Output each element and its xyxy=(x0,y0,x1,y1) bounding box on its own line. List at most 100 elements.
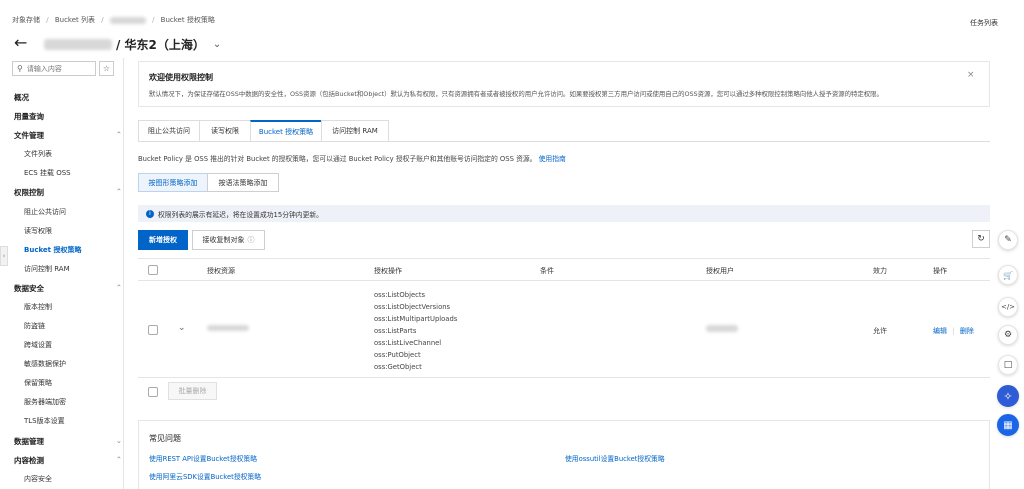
tab-bucket-policy[interactable]: Bucket 授权策略 xyxy=(250,120,322,142)
sidebar-item-label: 数据管理 xyxy=(14,437,44,446)
sidebar-item-bucket-policy[interactable]: Bucket 授权策略 xyxy=(24,245,81,255)
sidebar-item-content-security[interactable]: 内容安全 xyxy=(24,474,52,484)
breadcrumb-bucket-list[interactable]: Bucket 列表 xyxy=(55,16,95,24)
chevron-left-icon: ‹ xyxy=(2,252,6,260)
task-list-link[interactable]: 任务列表 xyxy=(970,18,998,28)
operation-item: oss:ListLiveChannel xyxy=(374,339,442,347)
sidebar-item-sensitive[interactable]: 敏感数据保护 xyxy=(24,359,66,369)
sidebar-item-sse[interactable]: 服务器端加密 xyxy=(24,397,66,407)
settings-tool-button[interactable]: ⚙ xyxy=(998,325,1018,345)
search-input[interactable] xyxy=(26,64,87,73)
operation-item: oss:ListParts xyxy=(374,327,417,335)
column-header-user: 授权用户 xyxy=(706,267,734,275)
sidebar-item-ecs-mount[interactable]: ECS 挂载 OSS xyxy=(24,168,71,178)
welcome-notice: 欢迎使用权限控制 默认情况下，为保证存储在OSS中数据的安全性，OSS资源（包括… xyxy=(138,61,990,107)
tab-label: Bucket 授权策略 xyxy=(258,127,314,136)
code-tool-button[interactable]: </> xyxy=(998,297,1018,317)
table-header: 授权资源 授权操作 条件 授权用户 效力 操作 xyxy=(138,259,990,281)
refresh-button[interactable]: ↻ xyxy=(972,230,990,248)
ai-assistant-button[interactable]: ✧ xyxy=(997,385,1019,407)
button-label: 按图形策略添加 xyxy=(148,178,198,187)
apps-tool-button[interactable]: ▦ xyxy=(997,414,1019,436)
chevron-up-icon: ⌃ xyxy=(115,187,122,196)
breadcrumb-separator: / xyxy=(101,16,104,24)
user-guide-link[interactable]: 使用指南 xyxy=(539,155,566,163)
delete-link[interactable]: 删除 xyxy=(960,327,974,335)
chevron-down-icon[interactable]: ⌄ xyxy=(213,39,221,50)
sidebar-item-label: 概况 xyxy=(14,93,29,102)
effect-value: 允许 xyxy=(873,327,887,335)
sidebar-item-label: 权限控制 xyxy=(14,188,44,197)
back-arrow-icon[interactable]: ← xyxy=(14,33,27,52)
button-label: 接收复制对象 xyxy=(202,236,245,244)
sidebar-item-access-ram[interactable]: 访问控制 RAM xyxy=(24,264,70,274)
button-label: 按语法策略添加 xyxy=(218,178,268,187)
column-header-effect: 效力 xyxy=(873,267,887,275)
sidebar-group-perm-ctrl[interactable]: 权限控制 ⌃ xyxy=(14,187,122,198)
operation-list: oss:ListObjects oss:ListObjectVersions o… xyxy=(374,289,457,373)
sidebar-item-tls[interactable]: TLS版本设置 xyxy=(24,416,65,426)
tab-rw-perm[interactable]: 读写权限 xyxy=(199,120,251,142)
bulk-delete-button[interactable]: 批量删除 xyxy=(168,382,217,400)
edit-link[interactable]: 编辑 xyxy=(933,327,947,335)
operation-item: oss:PutObject xyxy=(374,351,421,359)
tab-divider xyxy=(138,141,990,142)
breadcrumb-current: Bucket 授权策略 xyxy=(160,16,215,24)
select-all-checkbox[interactable] xyxy=(148,265,158,275)
mode-syntax-button[interactable]: 按语法策略添加 xyxy=(207,173,279,192)
expand-chevron-icon[interactable]: ⌄ xyxy=(178,323,186,333)
info-bar: i 权限列表的展示有延迟，将在设置成功15分钟内更新。 xyxy=(138,205,990,222)
bulk-select-checkbox[interactable] xyxy=(148,387,158,397)
edit-tool-button[interactable]: ✎ xyxy=(998,230,1018,250)
faq-link-rest-api[interactable]: 使用REST API设置Bucket授权策略 xyxy=(149,453,257,463)
row-checkbox[interactable] xyxy=(148,325,158,335)
policy-description-text: Bucket Policy 是 OSS 推出的针对 Bucket 的授权策略，您… xyxy=(138,155,537,163)
breadcrumb-separator: / xyxy=(46,16,49,24)
resource-blurred xyxy=(207,325,249,331)
sidebar-search: ⚲ xyxy=(12,61,96,76)
operation-item: oss:ListObjectVersions xyxy=(374,303,451,311)
sidebar-item-retention[interactable]: 保留策略 xyxy=(24,378,52,388)
operation-item: oss:ListObjects xyxy=(374,291,426,299)
faq-link-ossutil[interactable]: 使用ossutil设置Bucket授权策略 xyxy=(565,453,665,463)
close-icon[interactable]: × xyxy=(967,70,975,80)
sidebar-item-file-list[interactable]: 文件列表 xyxy=(24,149,52,159)
bucket-name-blurred xyxy=(44,39,112,50)
breadcrumb-bucket-name[interactable] xyxy=(109,16,146,24)
chevron-up-icon: ⌃ xyxy=(115,130,122,139)
sidebar-item-overview[interactable]: 概况 xyxy=(14,92,122,103)
breadcrumb-root[interactable]: 对象存储 xyxy=(12,16,40,24)
info-text: 权限列表的展示有延迟，将在设置成功15分钟内更新。 xyxy=(158,210,323,219)
sidebar-group-content-detect[interactable]: 内容检测 ⌃ xyxy=(14,455,122,466)
add-authorization-button[interactable]: 新增授权 xyxy=(138,230,188,250)
sidebar-divider xyxy=(123,58,124,489)
tab-block-public[interactable]: 阻止公共访问 xyxy=(138,120,200,142)
sidebar-item-hotlink[interactable]: 防盗链 xyxy=(24,321,45,331)
sidebar-item-usage[interactable]: 用量查询 xyxy=(14,111,122,122)
collapse-sidebar-handle[interactable]: ‹ xyxy=(0,246,8,266)
faq-link-sdk[interactable]: 使用阿里云SDK设置Bucket授权策略 xyxy=(149,471,261,481)
cart-icon: 🛒 xyxy=(1003,270,1013,280)
tab-access-ram[interactable]: 访问控制 RAM xyxy=(321,120,389,142)
help-circle-icon[interactable]: ⓘ xyxy=(248,235,255,245)
sidebar-item-label: 内容检测 xyxy=(14,456,44,465)
sidebar-group-data-security[interactable]: 数据安全 ⌃ xyxy=(14,283,122,294)
search-icon: ⚲ xyxy=(17,64,23,73)
mode-graphic-button[interactable]: 按图形策略添加 xyxy=(138,173,208,192)
sidebar-item-label: 数据安全 xyxy=(14,284,44,293)
sidebar-item-rw-perm[interactable]: 读写权限 xyxy=(24,226,52,236)
sidebar-item-versioning[interactable]: 版本控制 xyxy=(24,302,52,312)
cart-tool-button[interactable]: 🛒 xyxy=(998,265,1018,285)
column-header-ops: 操作 xyxy=(933,267,947,275)
sidebar-group-data-mgmt[interactable]: 数据管理 ⌄ xyxy=(14,436,122,447)
receive-copy-button[interactable]: 接收复制对象 ⓘ xyxy=(192,230,265,250)
star-icon[interactable]: ☆ xyxy=(99,61,114,76)
sidebar-group-file-mgmt[interactable]: 文件管理 ⌃ xyxy=(14,130,122,141)
sidebar-item-block-public[interactable]: 阻止公共访问 xyxy=(24,207,66,217)
message-tool-button[interactable]: □ xyxy=(998,355,1018,375)
page-title: / 华东2（上海） ⌄ xyxy=(44,36,221,53)
chevron-up-icon: ⌃ xyxy=(115,283,122,292)
gear-icon: ⚙ xyxy=(1003,330,1013,340)
chevron-down-icon: ⌄ xyxy=(115,436,122,445)
sidebar-item-cors[interactable]: 跨域设置 xyxy=(24,340,52,350)
